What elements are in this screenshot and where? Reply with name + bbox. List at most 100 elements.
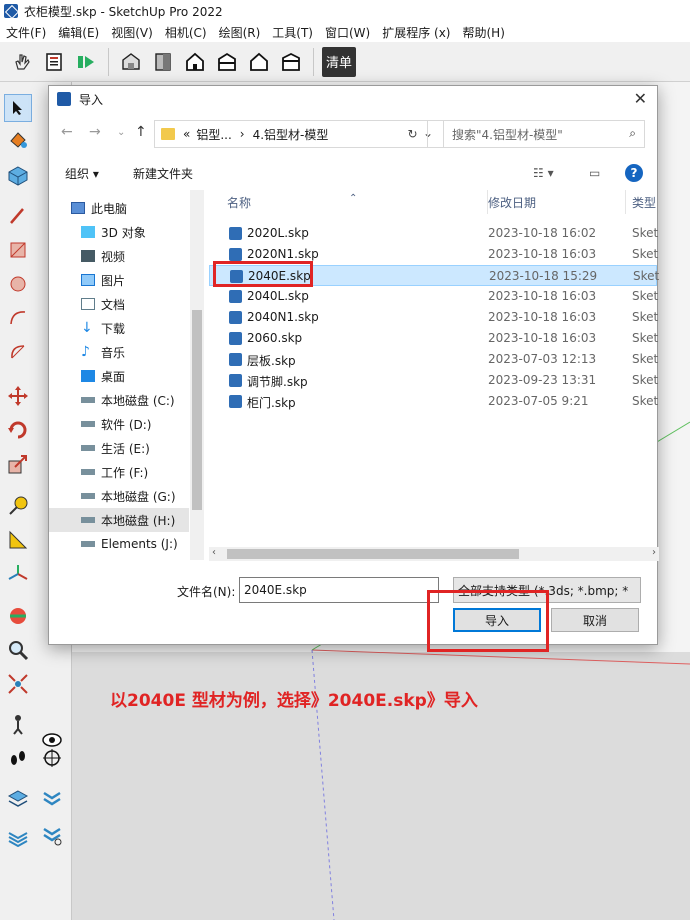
forward-arrow-icon[interactable]: →	[89, 124, 101, 140]
tree-item-desktop[interactable]: 桌面	[49, 364, 189, 388]
file-row[interactable]: 层板.skp 2023-07-03 12:13 Sket	[209, 349, 658, 370]
tree-item-videos[interactable]: 视频	[49, 244, 189, 268]
file-row[interactable]: 调节脚.skp 2023-09-23 13:31 Sket	[209, 370, 658, 391]
menu-camera[interactable]: 相机(C)	[159, 24, 213, 41]
tape-measure-icon[interactable]	[4, 492, 32, 520]
left-view-icon[interactable]	[277, 48, 305, 76]
preview-pane-icon[interactable]: ▭	[589, 166, 600, 180]
arc-icon[interactable]	[4, 304, 32, 332]
top-view-icon[interactable]	[149, 48, 177, 76]
hand-tool-icon[interactable]	[8, 48, 36, 76]
breadcrumb-current[interactable]: 4.铝型材-模型	[253, 126, 329, 143]
front-view-icon[interactable]	[181, 48, 209, 76]
column-header-date[interactable]: 修改日期	[487, 190, 536, 214]
tree-scrollbar[interactable]	[190, 190, 204, 560]
component-icon[interactable]	[4, 162, 32, 190]
scrollbar-thumb[interactable]	[227, 549, 519, 559]
highlight-box-file	[213, 261, 313, 287]
tool-settings-icon[interactable]	[38, 822, 66, 850]
cancel-button[interactable]: 取消	[551, 608, 639, 632]
tree-item-downloads[interactable]: ↓ 下载	[49, 316, 189, 340]
search-input[interactable]: 搜索"4.铝型材-模型" ⌕	[443, 120, 645, 148]
back-arrow-icon[interactable]: ←	[61, 124, 73, 140]
breadcrumb-overflow[interactable]: «	[183, 127, 190, 141]
section-plane-icon[interactable]	[4, 602, 32, 630]
view-options-icon[interactable]: ☷ ▾	[533, 166, 554, 180]
file-row[interactable]: 2040L.skp 2023-10-18 16:03 Sket	[209, 286, 658, 307]
menu-help[interactable]: 帮助(H)	[456, 24, 510, 41]
paint-bucket-icon[interactable]	[4, 126, 32, 154]
protractor-icon[interactable]	[4, 526, 32, 554]
file-row[interactable]: 2060.skp 2023-10-18 16:03 Sket	[209, 328, 658, 349]
menu-window[interactable]: 窗口(W)	[319, 24, 376, 41]
refresh-icon[interactable]: ↻	[398, 120, 428, 148]
select-arrow-icon[interactable]	[4, 94, 32, 122]
file-date: 2023-07-03 12:13	[488, 352, 597, 366]
navigation-row: ← → ⌄ ↑ « 铝型... › 4.铝型材-模型 ⌄ ↻ 搜索"4.铝型材-…	[49, 120, 657, 148]
file-row[interactable]: 2040N1.skp 2023-10-18 16:03 Sket	[209, 307, 658, 328]
column-header-name[interactable]: 名称	[227, 190, 251, 214]
tree-item-label: 生活 (E:)	[101, 441, 150, 456]
rectangle-icon[interactable]	[4, 236, 32, 264]
tree-item-drive-g[interactable]: 本地磁盘 (G:)	[49, 484, 189, 508]
tree-item-pc[interactable]: 此电脑	[49, 196, 189, 220]
orbit-icon[interactable]	[38, 744, 66, 772]
pencil-icon[interactable]	[4, 202, 32, 230]
right-view-icon[interactable]	[213, 48, 241, 76]
walk-icon[interactable]	[4, 744, 32, 772]
up-arrow-icon[interactable]: ↑	[135, 124, 147, 140]
main-toolbar: 清单	[0, 42, 690, 82]
menu-extensions[interactable]: 扩展程序 (x)	[376, 24, 456, 41]
tree-item-pictures[interactable]: 图片	[49, 268, 189, 292]
scale-icon[interactable]	[4, 450, 32, 478]
close-icon[interactable]: ✕	[634, 89, 647, 108]
move-icon[interactable]	[4, 382, 32, 410]
help-icon[interactable]: ?	[625, 164, 643, 182]
scroll-left-icon[interactable]: ‹	[212, 547, 216, 558]
file-list-hscrollbar[interactable]: ‹ ›	[209, 547, 659, 561]
file-date: 2023-10-18 16:03	[488, 310, 597, 324]
position-camera-icon[interactable]	[4, 710, 32, 738]
pie-icon[interactable]	[4, 338, 32, 366]
play-scene-icon[interactable]	[72, 48, 100, 76]
layers-icon[interactable]	[4, 786, 32, 814]
axes-icon[interactable]	[4, 560, 32, 588]
menu-edit[interactable]: 编辑(E)	[52, 24, 105, 41]
menu-file[interactable]: 文件(F)	[0, 24, 52, 41]
tree-item-drive-c[interactable]: 本地磁盘 (C:)	[49, 388, 189, 412]
scroll-right-icon[interactable]: ›	[652, 547, 656, 558]
breadcrumb-parent[interactable]: 铝型...	[196, 126, 231, 143]
zoom-icon[interactable]	[4, 636, 32, 664]
tool-stack-icon[interactable]	[38, 786, 66, 814]
tutorial-caption: 以2040E 型材为例，选择》2040E.skp》导入	[110, 691, 478, 711]
model-info-icon[interactable]	[40, 48, 68, 76]
iso-view-icon[interactable]	[117, 48, 145, 76]
menu-view[interactable]: 视图(V)	[105, 24, 159, 41]
bom-list-button[interactable]: 清单	[322, 46, 357, 77]
menu-tools[interactable]: 工具(T)	[266, 24, 319, 41]
tree-item-documents[interactable]: 文档	[49, 292, 189, 316]
tree-item-drive-h[interactable]: 本地磁盘 (H:)	[49, 508, 189, 532]
recent-dropdown-icon[interactable]: ⌄	[117, 127, 125, 138]
zoom-extents-icon[interactable]	[4, 670, 32, 698]
tree-item-drive-e[interactable]: 生活 (E:)	[49, 436, 189, 460]
tree-item-drive-d[interactable]: 软件 (D:)	[49, 412, 189, 436]
file-row[interactable]: 2020L.skp 2023-10-18 16:02 Sket	[209, 223, 658, 244]
layers-stack-icon[interactable]	[4, 822, 32, 850]
organize-menu[interactable]: 组织 ▾	[65, 165, 99, 182]
tree-item-drive-j[interactable]: Elements (J:)	[49, 532, 189, 556]
menu-draw[interactable]: 绘图(R)	[213, 24, 267, 41]
column-header-type[interactable]: 类型	[625, 190, 656, 214]
tree-item-drive-f[interactable]: 工作 (F:)	[49, 460, 189, 484]
tree-item-3d-objects[interactable]: 3D 对象	[49, 220, 189, 244]
file-row[interactable]: 柜门.skp 2023-07-05 9:21 Sket	[209, 391, 658, 412]
tree-item-music[interactable]: ♪ 音乐	[49, 340, 189, 364]
tree-item-label: 视频	[101, 249, 126, 264]
import-dialog: 导入 ✕ ← → ⌄ ↑ « 铝型... › 4.铝型材-模型 ⌄ ↻ 搜索"4…	[48, 85, 659, 645]
new-folder-button[interactable]: 新建文件夹	[133, 165, 193, 182]
rotate-icon[interactable]	[4, 416, 32, 444]
back-view-icon[interactable]	[245, 48, 273, 76]
filename-field[interactable]: 2040E.skp	[239, 577, 439, 603]
circle-icon[interactable]	[4, 270, 32, 298]
scrollbar-thumb[interactable]	[192, 310, 202, 510]
